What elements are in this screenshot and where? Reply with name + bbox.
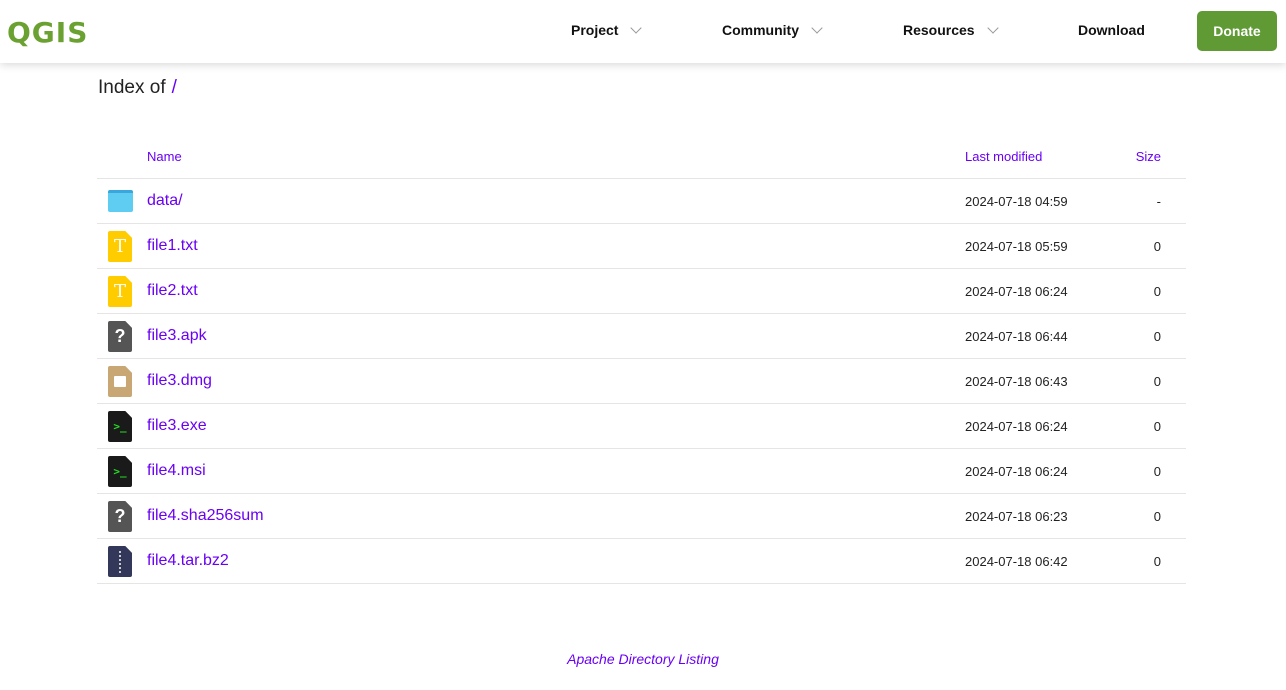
file-link[interactable]: file3.apk [147,327,207,345]
last-modified: 2024-07-18 06:24 [965,464,1068,479]
file-link[interactable]: file1.txt [147,237,198,255]
file-size: 0 [1153,239,1161,254]
nav-project-label: Project [571,22,619,38]
exec-file-icon: >_ [108,456,132,487]
chevron-down-icon [630,22,643,34]
last-modified: 2024-07-18 06:42 [965,554,1068,569]
footer-text: Apache Directory Listing [567,651,719,667]
last-modified: 2024-07-18 06:24 [965,284,1068,299]
file-link[interactable]: file3.dmg [147,372,212,390]
table-row: ? file4.sha256sum 2024-07-18 06:23 0 [97,494,1186,539]
nav-download[interactable]: Download [1078,22,1145,38]
top-nav: QGIS Project Community Resources Downloa… [0,0,1286,63]
root-path-link[interactable]: / [172,77,177,98]
table-row: T file2.txt 2024-07-18 06:24 0 [97,269,1186,314]
chevron-down-icon [811,22,823,34]
file-link[interactable]: file4.sha256sum [147,507,264,525]
file-link[interactable]: file4.msi [147,462,206,480]
table-row: >_ file4.msi 2024-07-18 06:24 0 [97,449,1186,494]
nav-resources-label: Resources [903,22,975,38]
nav-download-label: Download [1078,22,1145,38]
archive-file-icon [108,546,132,577]
sort-by-name[interactable]: Name [147,149,182,164]
file-size: 0 [1153,374,1161,389]
table-header: Name Last modified Size [97,134,1186,179]
unknown-file-icon: ? [108,321,132,352]
title-prefix: Index of [98,77,166,98]
file-size: - [1156,194,1161,209]
nav-community[interactable]: Community [722,22,823,38]
table-row: file4.tar.bz2 2024-07-18 06:42 0 [97,539,1186,584]
text-file-icon: T [108,276,132,307]
last-modified: 2024-07-18 06:44 [965,329,1068,344]
file-size: 0 [1153,329,1161,344]
last-modified: 2024-07-18 04:59 [965,194,1068,209]
file-link[interactable]: file2.txt [147,282,198,300]
unknown-file-icon: ? [108,501,132,532]
nav-resources[interactable]: Resources [903,22,999,38]
last-modified: 2024-07-18 06:23 [965,509,1068,524]
file-size: 0 [1153,554,1161,569]
table-row: data/ 2024-07-18 04:59 - [97,179,1186,224]
exec-file-icon: >_ [108,411,132,442]
table-row: file3.dmg 2024-07-18 06:43 0 [97,359,1186,404]
table-row: ? file3.apk 2024-07-18 06:44 0 [97,314,1186,359]
chevron-down-icon [986,22,999,34]
folder-file-icon [108,190,133,212]
file-size: 0 [1153,509,1161,524]
file-size: 0 [1153,284,1161,299]
donate-button[interactable]: Donate [1197,11,1277,51]
directory-listing: Name Last modified Size data/ 2024-07-18… [97,134,1186,584]
page-title: Index of / [98,77,177,99]
sort-by-modified[interactable]: Last modified [965,149,1042,164]
file-size: 0 [1153,419,1161,434]
table-row: >_ file3.exe 2024-07-18 06:24 0 [97,404,1186,449]
file-link[interactable]: data/ [147,192,183,210]
file-link[interactable]: file4.tar.bz2 [147,552,229,570]
sort-by-size[interactable]: Size [1136,149,1161,164]
last-modified: 2024-07-18 06:24 [965,419,1068,434]
text-file-icon: T [108,231,132,262]
package-file-icon [108,366,132,397]
qgis-logo[interactable]: QGIS [7,16,88,49]
last-modified: 2024-07-18 06:43 [965,374,1068,389]
file-size: 0 [1153,464,1161,479]
last-modified: 2024-07-18 05:59 [965,239,1068,254]
nav-community-label: Community [722,22,799,38]
file-link[interactable]: file3.exe [147,417,207,435]
nav-project[interactable]: Project [571,22,643,38]
table-row: T file1.txt 2024-07-18 05:59 0 [97,224,1186,269]
